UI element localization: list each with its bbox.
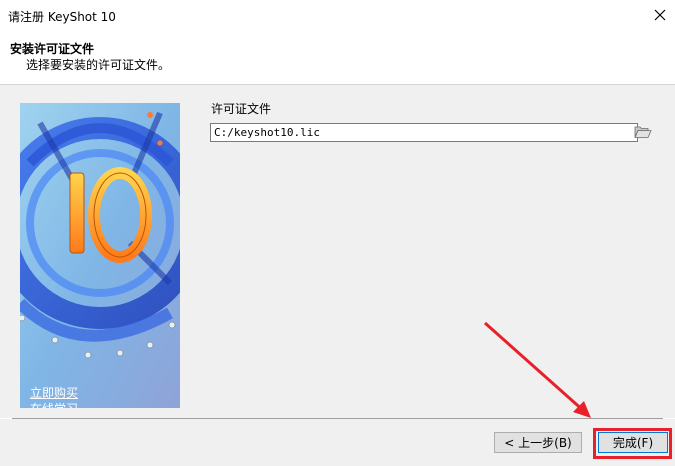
- back-button[interactable]: < 上一步(B): [494, 432, 582, 453]
- wizard-content: 10 立即购买 在线学习 许可证文件: [0, 85, 675, 418]
- wizard-header: 安装许可证文件 选择要安装的许可证文件。: [0, 30, 675, 84]
- close-icon: [654, 9, 666, 21]
- license-path-input[interactable]: [210, 123, 638, 142]
- title-bar: 请注册 KeyShot 10: [0, 0, 675, 30]
- page-title: 安装许可证文件: [10, 42, 95, 56]
- folder-open-icon: [634, 126, 652, 138]
- finish-button[interactable]: 完成(F): [598, 432, 668, 453]
- keyshot-banner-image: 10 立即购买 在线学习: [20, 103, 180, 408]
- browse-button[interactable]: [634, 123, 652, 141]
- page-subtitle: 选择要安装的许可证文件。: [26, 58, 171, 72]
- window-title: 请注册 KeyShot 10: [8, 10, 116, 24]
- learn-online-link[interactable]: 在线学习: [30, 400, 78, 408]
- buy-now-link[interactable]: 立即购买: [30, 384, 78, 401]
- license-file-label: 许可证文件: [211, 102, 272, 116]
- close-button[interactable]: [645, 0, 675, 30]
- wizard-footer: < 上一步(B) 完成(F): [0, 419, 675, 466]
